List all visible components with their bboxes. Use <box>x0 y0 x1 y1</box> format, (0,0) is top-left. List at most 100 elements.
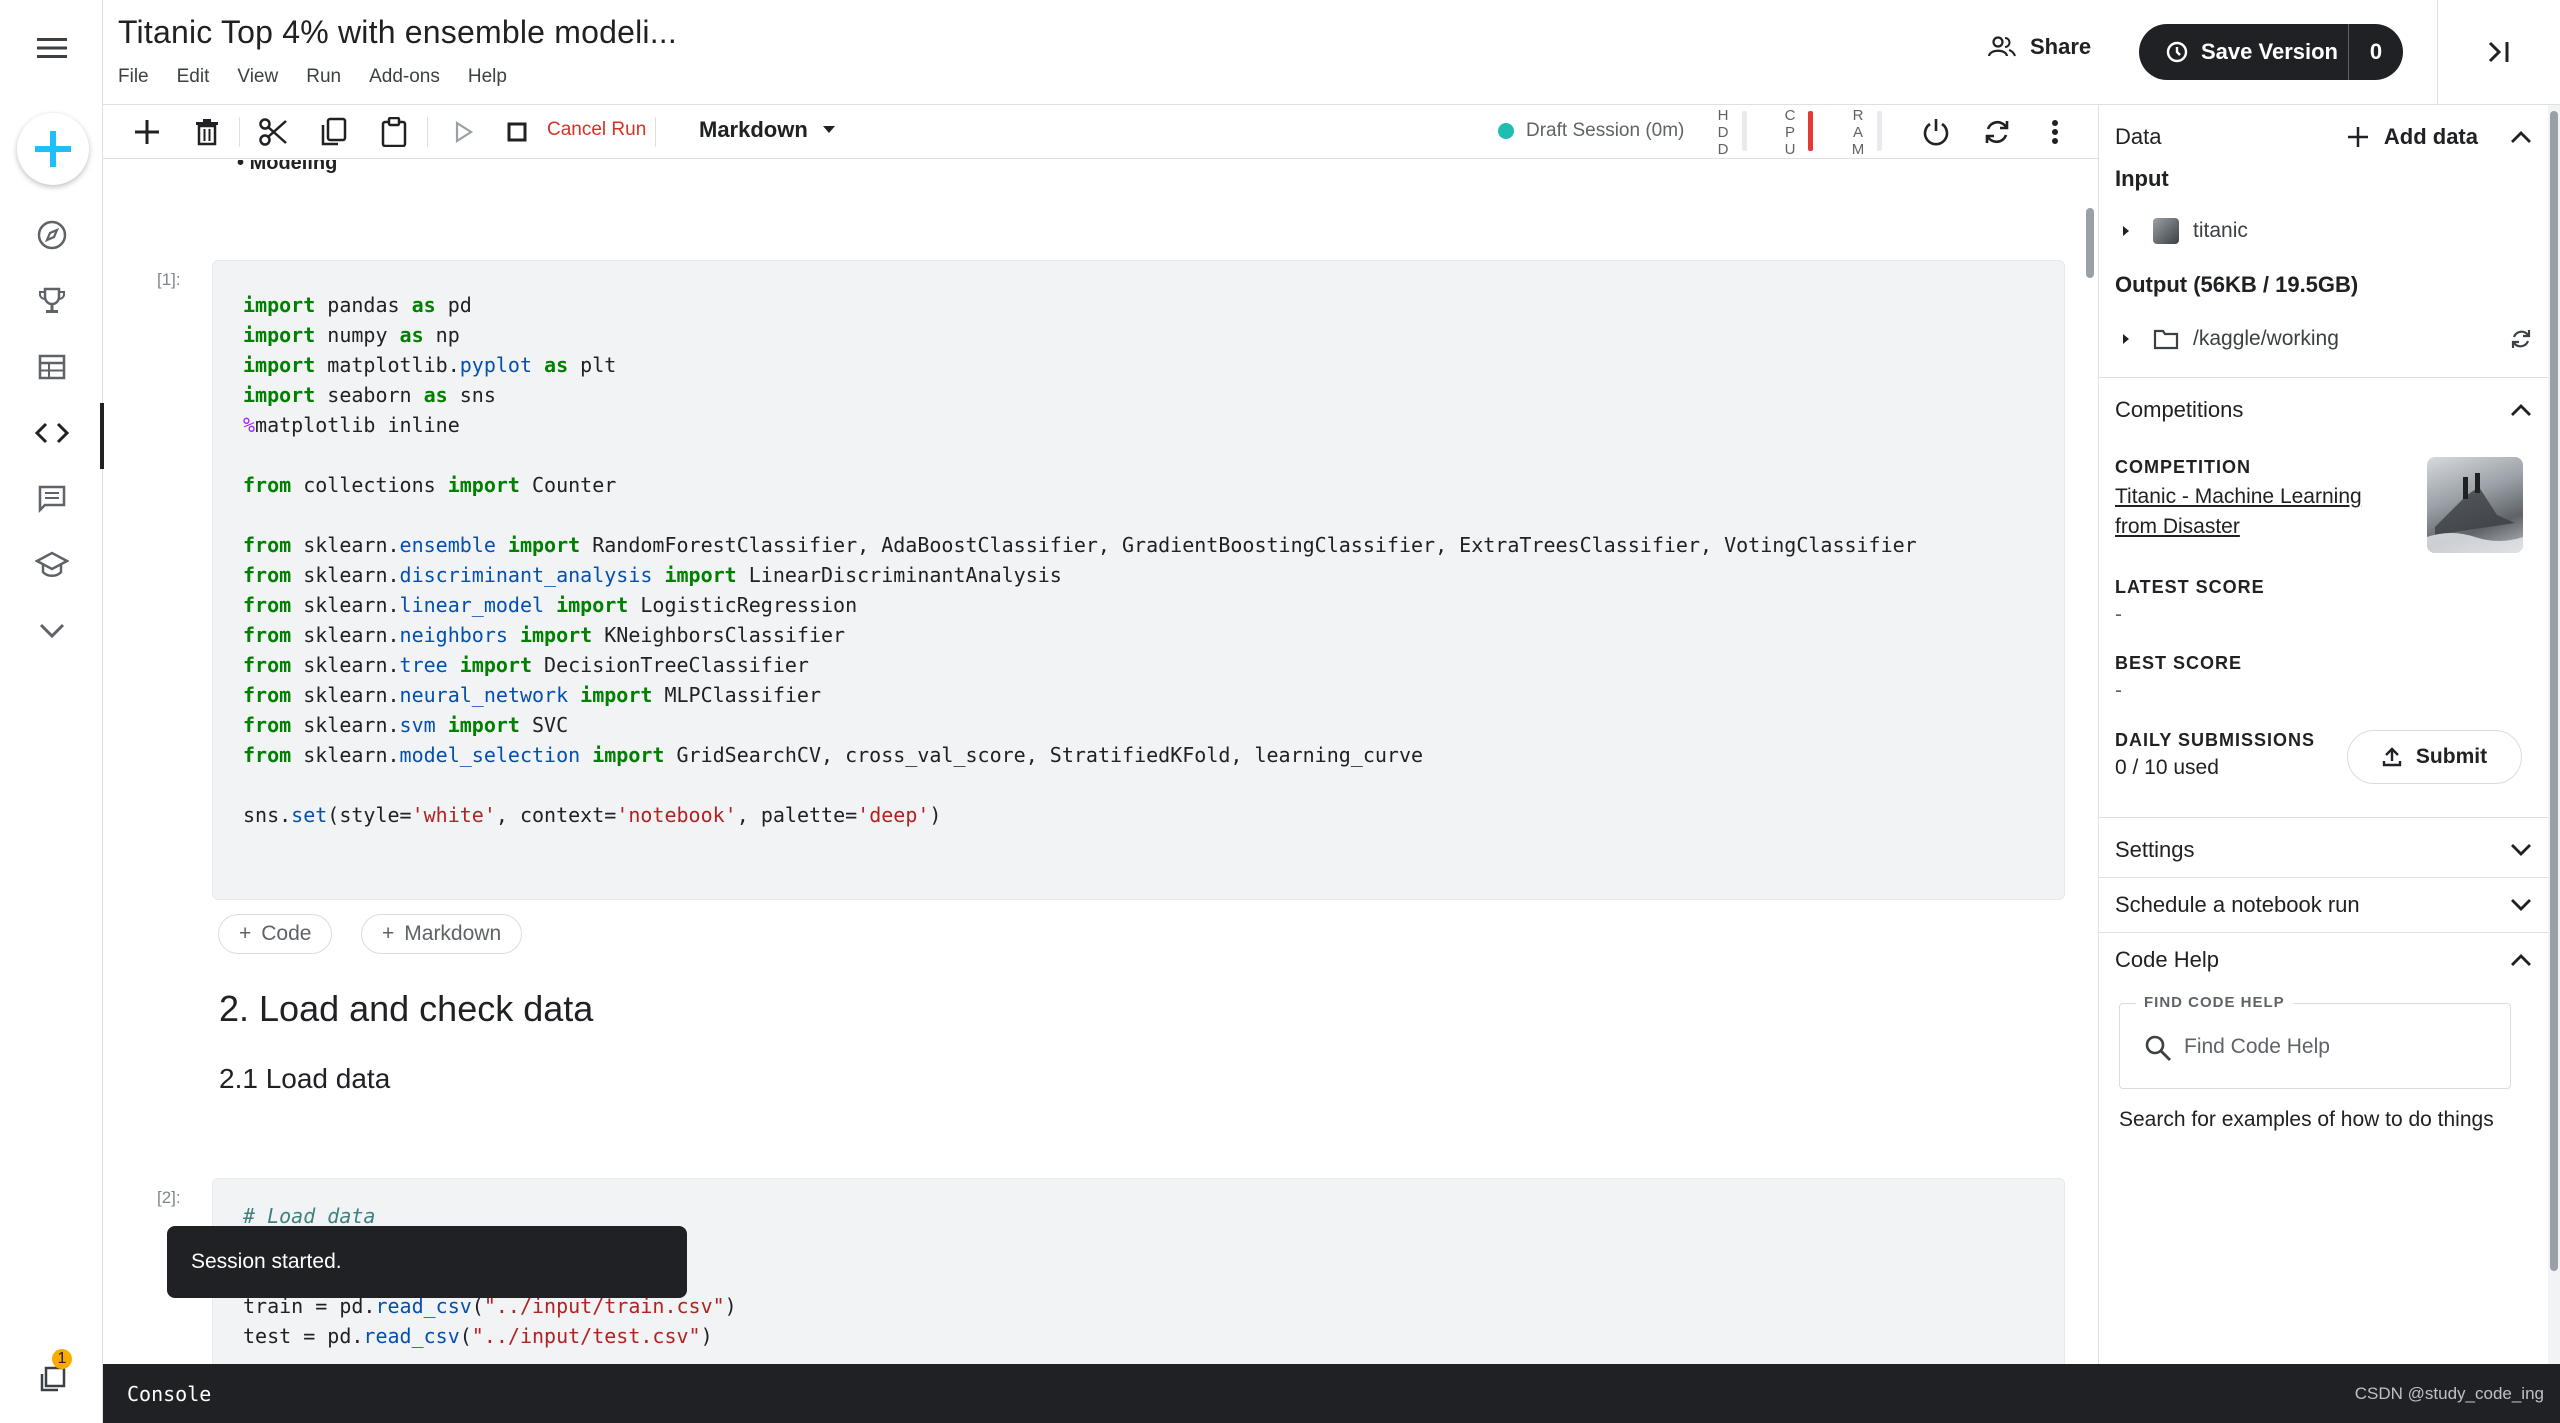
add-data-button[interactable]: Add data <box>2347 124 2478 150</box>
code-help-section-header[interactable]: Code Help <box>2115 937 2532 983</box>
delete-icon[interactable] <box>189 114 225 150</box>
folder-icon <box>2153 329 2179 350</box>
submit-button[interactable]: Submit <box>2347 730 2522 784</box>
panel-divider <box>2099 877 2548 878</box>
notebook-editor[interactable]: • Modeling [1]: import pandas as pd impor… <box>103 160 2098 1364</box>
cancel-run-button[interactable]: Cancel Run <box>547 119 646 141</box>
code-line: from collections import Counter <box>243 473 617 497</box>
menu-file[interactable]: File <box>118 66 149 88</box>
chevron-down-icon[interactable] <box>2510 843 2532 857</box>
session-status[interactable]: Draft Session (0m) <box>1498 120 1684 142</box>
add-markdown-cell-button[interactable]: + Markdown <box>361 914 523 954</box>
hdd-meter-label: HDD <box>1717 107 1729 158</box>
left-nav-rail: 1 <box>0 0 104 1423</box>
schedule-section-header[interactable]: Schedule a notebook run <box>2115 882 2532 928</box>
copy-icon[interactable] <box>315 114 351 150</box>
hdd-meter-bar <box>1742 111 1747 151</box>
restart-icon[interactable] <box>1979 114 2015 150</box>
chevron-up-icon[interactable] <box>2510 953 2532 967</box>
daily-submissions-caption: DAILY SUBMISSIONS <box>2115 730 2316 750</box>
code-line: import pandas as pd <box>243 293 472 317</box>
competitions-title: Competitions <box>2115 397 2244 422</box>
find-code-help-input[interactable] <box>2184 1030 2484 1064</box>
menu-bar: File Edit View Run Add-ons Help <box>118 66 507 88</box>
session-toast: Session started. <box>167 1226 687 1298</box>
console-label[interactable]: Console <box>127 1382 211 1406</box>
expand-arrow-icon[interactable] <box>2121 333 2131 345</box>
chevron-up-icon[interactable] <box>2510 403 2532 417</box>
cut-icon[interactable] <box>255 114 291 150</box>
competition-link[interactable]: Titanic - Machine Learning from Disaster <box>2115 482 2405 542</box>
search-icon <box>2145 1035 2171 1061</box>
session-status-dot <box>1498 123 1514 139</box>
chevron-down-icon[interactable] <box>0 601 103 661</box>
menu-view[interactable]: View <box>237 66 278 88</box>
output-folder-path: /kaggle/working <box>2193 327 2339 350</box>
code-line: from sklearn.linear_model import Logisti… <box>243 593 858 617</box>
competitions-section-header[interactable]: Competitions <box>2115 387 2532 433</box>
code-editor[interactable]: import pandas as pd import numpy as np imp… <box>243 290 1917 830</box>
dataset-thumbnail-icon <box>2153 218 2179 244</box>
code-cell[interactable]: import pandas as pd import numpy as np imp… <box>212 260 2065 900</box>
paste-icon[interactable] <box>376 114 412 150</box>
compass-icon[interactable] <box>0 205 103 265</box>
add-cell-icon[interactable] <box>129 114 165 150</box>
competition-thumbnail-image[interactable] <box>2427 457 2523 553</box>
panel-scrollbar[interactable] <box>2548 105 2560 1364</box>
create-plus-icon[interactable] <box>17 113 89 185</box>
sync-icon[interactable] <box>2510 328 2532 350</box>
save-version-label: Save Version <box>2201 39 2338 64</box>
cell-execution-count: [1]: <box>157 270 181 289</box>
panel-scrollbar-thumb[interactable] <box>2550 111 2558 1271</box>
menu-help[interactable]: Help <box>468 66 507 88</box>
menu-edit[interactable]: Edit <box>177 66 210 88</box>
best-score-caption: BEST SCORE <box>2115 653 2243 673</box>
menu-run[interactable]: Run <box>306 66 341 88</box>
panel-divider <box>2099 932 2548 933</box>
competition-caption: COMPETITION <box>2115 457 2251 477</box>
share-button[interactable]: Share <box>1988 34 2091 60</box>
cell-type-dropdown[interactable]: Markdown <box>699 117 836 143</box>
code-line: from sklearn.neural_network import MLPCl… <box>243 683 821 707</box>
data-section-header[interactable]: Data Add data <box>2115 117 2532 157</box>
plus-icon <box>2347 127 2368 147</box>
cpu-meter-bar <box>1808 111 1813 151</box>
panel-divider <box>2099 377 2548 378</box>
save-version-button[interactable]: Save Version 0 <box>2139 24 2403 80</box>
toolbar-divider <box>655 117 656 147</box>
cpu-meter-label: CPU <box>1784 107 1796 158</box>
notification-badge: 1 <box>52 1349 72 1369</box>
settings-section-header[interactable]: Settings <box>2115 827 2532 873</box>
more-vert-icon[interactable] <box>2037 114 2073 150</box>
find-code-help-field[interactable]: FIND CODE HELP <box>2119 994 2511 1089</box>
school-cap-icon[interactable] <box>0 535 103 595</box>
add-code-cell-button[interactable]: + Code <box>218 914 333 954</box>
code-icon[interactable] <box>0 403 104 469</box>
comments-icon[interactable] <box>0 469 103 529</box>
version-count[interactable]: 0 <box>2349 39 2403 65</box>
trophy-icon[interactable] <box>0 271 103 331</box>
menu-addons[interactable]: Add-ons <box>369 66 440 88</box>
code-line: from sklearn.ensemble import RandomFores… <box>243 533 1917 557</box>
caret-down-icon <box>822 126 835 133</box>
run-cell-icon[interactable] <box>445 114 481 150</box>
stop-icon[interactable] <box>499 114 535 150</box>
notebook-scrollbar[interactable] <box>2086 208 2094 278</box>
power-icon[interactable] <box>1918 114 1954 150</box>
data-title: Data <box>2115 124 2162 149</box>
input-dataset-item[interactable]: titanic <box>2115 213 2532 249</box>
chevron-down-icon[interactable] <box>2510 898 2532 912</box>
console-bar[interactable]: Console CSDN @study_code_ing <box>103 1364 2560 1423</box>
collapse-panel-icon[interactable] <box>2437 0 2560 104</box>
notebook-title[interactable]: Titanic Top 4% with ensemble modeli... <box>118 14 677 51</box>
table-icon[interactable] <box>0 337 103 397</box>
notebook-toolbar: Cancel Run Markdown Draft Session (0m) H… <box>103 105 2098 159</box>
chevron-up-icon[interactable] <box>2510 130 2532 144</box>
output-folder-item[interactable]: /kaggle/working <box>2115 321 2532 357</box>
hamburger-menu-icon[interactable] <box>0 18 103 78</box>
cell-type-value: Markdown <box>699 117 808 142</box>
code-line: import numpy as np <box>243 323 460 347</box>
expand-arrow-icon[interactable] <box>2121 225 2131 237</box>
